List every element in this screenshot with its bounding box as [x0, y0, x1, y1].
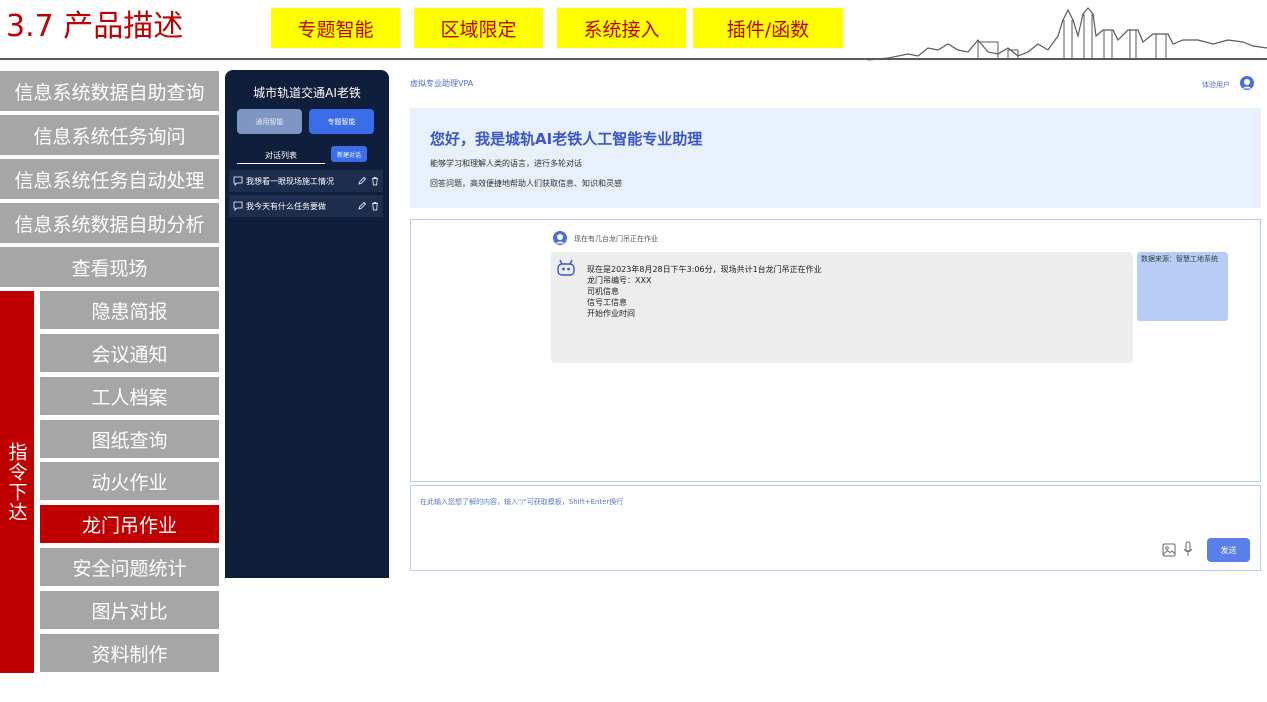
submenu-document-production[interactable]: 资料制作 — [40, 634, 219, 672]
input-placeholder: 在此输入您想了解的内容，输入"/"可获取模板，Shift+Enter换行 — [420, 498, 624, 506]
answer-line: 司机信息 — [587, 287, 619, 296]
welcome-line-2: 回答问题，高效便捷地帮助人们获取信息、知识和灵感 — [430, 179, 622, 188]
menu-task-inquiry[interactable]: 信息系统任务询问 — [0, 115, 219, 155]
command-section-label: 指令下达 — [0, 291, 34, 673]
conversation-title: 我今天有什么任务要做 — [246, 201, 326, 211]
image-upload-icon[interactable] — [1162, 543, 1176, 557]
user-question: 现在有几台龙门吊正在作业 — [574, 235, 658, 243]
user-avatar-icon — [553, 231, 567, 245]
conversation-item[interactable]: 我想看一眼现场施工情况 — [229, 170, 383, 192]
user-name[interactable]: 体验用户 — [1202, 80, 1230, 90]
chat-bubble-icon — [233, 201, 243, 211]
slide-title: 3.7 产品描述 — [6, 9, 184, 44]
tag-plugin-function: 插件/函数 — [693, 8, 843, 48]
conversation-title: 我想看一眼现场施工情况 — [246, 176, 334, 186]
tag-topic-intelligence: 专题智能 — [271, 8, 400, 48]
answer-line: 龙门吊编号：XXX — [587, 276, 652, 285]
answer-line: 开始作业时间 — [587, 309, 635, 318]
submenu-hot-work[interactable]: 动火作业 — [40, 462, 219, 500]
slide-header-rule — [0, 58, 1267, 60]
user-avatar-icon[interactable] — [1240, 76, 1254, 90]
delete-trash-icon[interactable] — [370, 176, 380, 186]
submenu-meeting-notice[interactable]: 会议通知 — [40, 334, 219, 372]
robot-icon — [557, 259, 575, 276]
answer-line: 现在是2023年8月28日下午3:06分，现场共计1台龙门吊正在作业 — [587, 265, 822, 274]
submenu-drawing-query[interactable]: 图纸查询 — [40, 420, 219, 458]
tab-underline — [237, 163, 325, 164]
app-name: 虚拟专业助理VPA — [410, 79, 474, 88]
submenu-worker-files[interactable]: 工人档案 — [40, 377, 219, 415]
tab-conversation-list[interactable]: 对话列表 — [237, 150, 325, 161]
answer-text: 现在是2023年8月28日下午3:06分，现场共计1台龙门吊正在作业 龙门吊编号… — [587, 264, 822, 319]
mode-general-button[interactable]: 通用智能 — [237, 109, 302, 134]
chat-bubble-icon — [233, 176, 243, 186]
send-button[interactable]: 发送 — [1207, 538, 1250, 562]
edit-pencil-icon[interactable] — [357, 201, 367, 211]
conversation-item[interactable]: 我今天有什么任务要做 — [229, 195, 383, 217]
welcome-line-1: 能够学习和理解人类的语言，进行多轮对话 — [430, 159, 582, 168]
app-sidebar: 城市轨道交通AI老铁 通用智能 专题智能 对话列表 新建对话 我想看一眼现场施工… — [225, 70, 389, 578]
menu-self-query[interactable]: 信息系统数据自助查询 — [0, 71, 219, 111]
welcome-heading: 您好，我是城轨AI老铁人工智能专业助理 — [430, 130, 703, 148]
submenu-gantry-crane-active[interactable]: 龙门吊作业 — [40, 505, 219, 543]
submenu-hazard-brief[interactable]: 隐患简报 — [40, 291, 219, 329]
new-chat-button[interactable]: 新建对话 — [331, 146, 367, 162]
menu-task-auto-process[interactable]: 信息系统任务自动处理 — [0, 159, 219, 199]
answer-line: 信号工信息 — [587, 298, 627, 307]
menu-self-analysis[interactable]: 信息系统数据自助分析 — [0, 203, 219, 243]
tag-system-access: 系统接入 — [557, 8, 686, 48]
welcome-panel: 您好，我是城轨AI老铁人工智能专业助理 能够学习和理解人类的语言，进行多轮对话 … — [410, 108, 1261, 208]
submenu-safety-stats[interactable]: 安全问题统计 — [40, 548, 219, 586]
submenu-image-compare[interactable]: 图片对比 — [40, 591, 219, 629]
mode-special-button[interactable]: 专题智能 — [309, 109, 374, 134]
city-skyline-illustration — [868, 7, 1267, 61]
edit-pencil-icon[interactable] — [357, 176, 367, 186]
tag-region-limited: 区域限定 — [414, 8, 543, 48]
delete-trash-icon[interactable] — [370, 201, 380, 211]
sidebar-title: 城市轨道交通AI老铁 — [253, 86, 361, 100]
menu-view-site[interactable]: 查看现场 — [0, 247, 219, 287]
microphone-icon[interactable] — [1183, 541, 1193, 557]
data-source-note: 数据来源：智慧工地系统 — [1137, 252, 1228, 321]
